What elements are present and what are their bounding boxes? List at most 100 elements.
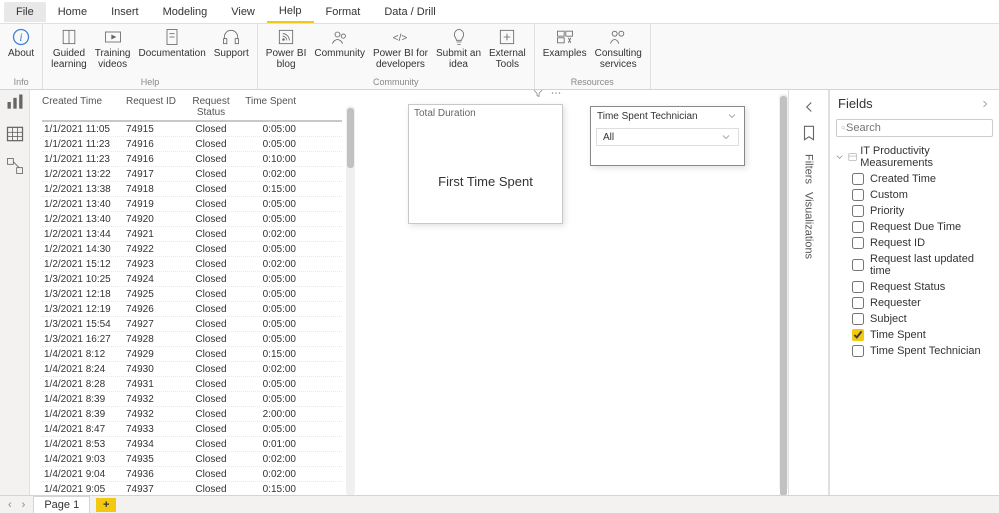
- field-custom[interactable]: Custom: [830, 187, 999, 203]
- filter-icon[interactable]: [532, 90, 544, 99]
- table-row[interactable]: 1/4/2021 8:4774933Closed0:05:00: [42, 422, 342, 437]
- menu-view[interactable]: View: [219, 2, 267, 22]
- table-name: IT Productivity Measurements: [860, 145, 995, 169]
- next-page-icon[interactable]: ›: [20, 499, 28, 511]
- external-tools-button[interactable]: ExternalTools: [485, 25, 530, 76]
- table-row[interactable]: 1/2/2021 13:2274917Closed0:02:00: [42, 167, 342, 182]
- col-header[interactable]: Request Status: [180, 96, 242, 118]
- field-request-due-time[interactable]: Request Due Time: [830, 219, 999, 235]
- visualizations-pane-toggle[interactable]: Visualizations: [803, 192, 815, 259]
- col-header[interactable]: Created Time: [42, 96, 126, 118]
- field-priority[interactable]: Priority: [830, 203, 999, 219]
- examples-button[interactable]: Examples: [539, 25, 591, 76]
- field-checkbox[interactable]: [852, 173, 864, 185]
- table-row[interactable]: 1/2/2021 14:3074922Closed0:05:00: [42, 242, 342, 257]
- canvas-scrollbar[interactable]: [779, 94, 788, 491]
- table-row[interactable]: 1/4/2021 9:0574937Closed0:15:00: [42, 482, 342, 495]
- table-row[interactable]: 1/4/2021 9:0374935Closed0:02:00: [42, 452, 342, 467]
- field-checkbox[interactable]: [852, 281, 864, 293]
- field-checkbox[interactable]: [852, 189, 864, 201]
- search-input[interactable]: [846, 122, 988, 134]
- table-row[interactable]: 1/4/2021 8:1274929Closed0:15:00: [42, 347, 342, 362]
- field-checkbox[interactable]: [852, 297, 864, 309]
- table-scrollbar[interactable]: [346, 106, 355, 495]
- expand-filters-icon[interactable]: [800, 98, 818, 116]
- powerbi-dev-button[interactable]: </>Power BI fordevelopers: [369, 25, 432, 76]
- support-button[interactable]: Support: [210, 25, 253, 76]
- field-subject[interactable]: Subject: [830, 311, 999, 327]
- report-canvas[interactable]: Created TimeRequest IDRequest StatusTime…: [30, 90, 789, 495]
- menu-format[interactable]: Format: [314, 2, 373, 22]
- table-visual[interactable]: Created TimeRequest IDRequest StatusTime…: [42, 94, 342, 495]
- submit-idea-button[interactable]: Submit anidea: [432, 25, 485, 76]
- col-header[interactable]: Request ID: [126, 96, 180, 118]
- menu-insert[interactable]: Insert: [99, 2, 151, 22]
- field-requester[interactable]: Requester: [830, 295, 999, 311]
- table-row[interactable]: 1/1/2021 11:2374916Closed0:05:00: [42, 137, 342, 152]
- menu-modeling[interactable]: Modeling: [151, 2, 220, 22]
- fields-table-group[interactable]: IT Productivity Measurements: [830, 143, 999, 171]
- slicer-dropdown[interactable]: All: [596, 128, 739, 146]
- consulting-button[interactable]: Consultingservices: [591, 25, 646, 76]
- menu-home[interactable]: Home: [46, 2, 99, 22]
- chevron-down-icon[interactable]: [726, 110, 738, 122]
- documentation-button[interactable]: Documentation: [135, 25, 210, 76]
- more-options-icon[interactable]: [550, 90, 562, 99]
- community-button[interactable]: Community: [310, 25, 369, 76]
- field-checkbox[interactable]: [852, 205, 864, 217]
- guided-learning-button[interactable]: Guidedlearning: [47, 25, 91, 76]
- field-checkbox[interactable]: [852, 221, 864, 233]
- report-view-icon[interactable]: [5, 92, 25, 112]
- field-time-spent-technician[interactable]: Time Spent Technician: [830, 343, 999, 359]
- field-checkbox[interactable]: [852, 313, 864, 325]
- field-checkbox[interactable]: [852, 345, 864, 357]
- field-checkbox[interactable]: [852, 329, 864, 341]
- table-row[interactable]: 1/4/2021 8:2474930Closed0:02:00: [42, 362, 342, 377]
- field-time-spent[interactable]: Time Spent: [830, 327, 999, 343]
- table-row[interactable]: 1/3/2021 12:1874925Closed0:05:00: [42, 287, 342, 302]
- chevron-down-icon[interactable]: [720, 131, 732, 143]
- data-view-icon[interactable]: [5, 124, 25, 144]
- powerbi-blog-button[interactable]: Power BIblog: [262, 25, 311, 76]
- table-row[interactable]: 1/1/2021 11:0574915Closed0:05:00: [42, 122, 342, 137]
- scrollbar-thumb[interactable]: [780, 96, 787, 495]
- bookmark-icon[interactable]: [800, 124, 818, 142]
- table-row[interactable]: 1/2/2021 13:4074919Closed0:05:00: [42, 197, 342, 212]
- table-row[interactable]: 1/4/2021 8:2874931Closed0:05:00: [42, 377, 342, 392]
- page-tab[interactable]: Page 1: [33, 496, 90, 513]
- chevron-right-icon[interactable]: [979, 98, 991, 110]
- field-created-time[interactable]: Created Time: [830, 171, 999, 187]
- table-row[interactable]: 1/2/2021 13:3874918Closed0:15:00: [42, 182, 342, 197]
- training-videos-button[interactable]: Trainingvideos: [91, 25, 135, 76]
- table-row[interactable]: 1/1/2021 11:2374916Closed0:10:00: [42, 152, 342, 167]
- table-row[interactable]: 1/3/2021 16:2774928Closed0:05:00: [42, 332, 342, 347]
- fields-search[interactable]: [836, 119, 993, 137]
- scrollbar-thumb[interactable]: [347, 108, 354, 168]
- table-row[interactable]: 1/3/2021 10:2574924Closed0:05:00: [42, 272, 342, 287]
- field-request-last-updated-time[interactable]: Request last updated time: [830, 251, 999, 279]
- table-row[interactable]: 1/4/2021 8:3974932Closed2:00:00: [42, 407, 342, 422]
- col-header[interactable]: Time Spent: [242, 96, 302, 118]
- table-row[interactable]: 1/4/2021 9:0474936Closed0:02:00: [42, 467, 342, 482]
- slicer-visual[interactable]: Time Spent Technician All: [590, 106, 745, 166]
- table-row[interactable]: 1/4/2021 8:3974932Closed0:05:00: [42, 392, 342, 407]
- menu-data-drill[interactable]: Data / Drill: [372, 2, 447, 22]
- table-row[interactable]: 1/2/2021 15:1274923Closed0:02:00: [42, 257, 342, 272]
- table-row[interactable]: 1/2/2021 13:4474921Closed0:02:00: [42, 227, 342, 242]
- prev-page-icon[interactable]: ‹: [6, 499, 14, 511]
- model-view-icon[interactable]: [5, 156, 25, 176]
- field-request-id[interactable]: Request ID: [830, 235, 999, 251]
- card-visual[interactable]: Total Duration First Time Spent: [408, 104, 563, 224]
- add-page-button[interactable]: +: [96, 498, 116, 512]
- field-checkbox[interactable]: [852, 237, 864, 249]
- menu-help[interactable]: Help: [267, 1, 314, 23]
- menu-file[interactable]: File: [4, 2, 46, 22]
- filters-pane-toggle[interactable]: Filters: [803, 154, 815, 184]
- about-button[interactable]: iAbout: [4, 25, 38, 76]
- table-row[interactable]: 1/4/2021 8:5374934Closed0:01:00: [42, 437, 342, 452]
- table-row[interactable]: 1/2/2021 13:4074920Closed0:05:00: [42, 212, 342, 227]
- table-row[interactable]: 1/3/2021 15:5474927Closed0:05:00: [42, 317, 342, 332]
- table-row[interactable]: 1/3/2021 12:1974926Closed0:05:00: [42, 302, 342, 317]
- field-request-status[interactable]: Request Status: [830, 279, 999, 295]
- field-checkbox[interactable]: [852, 259, 864, 271]
